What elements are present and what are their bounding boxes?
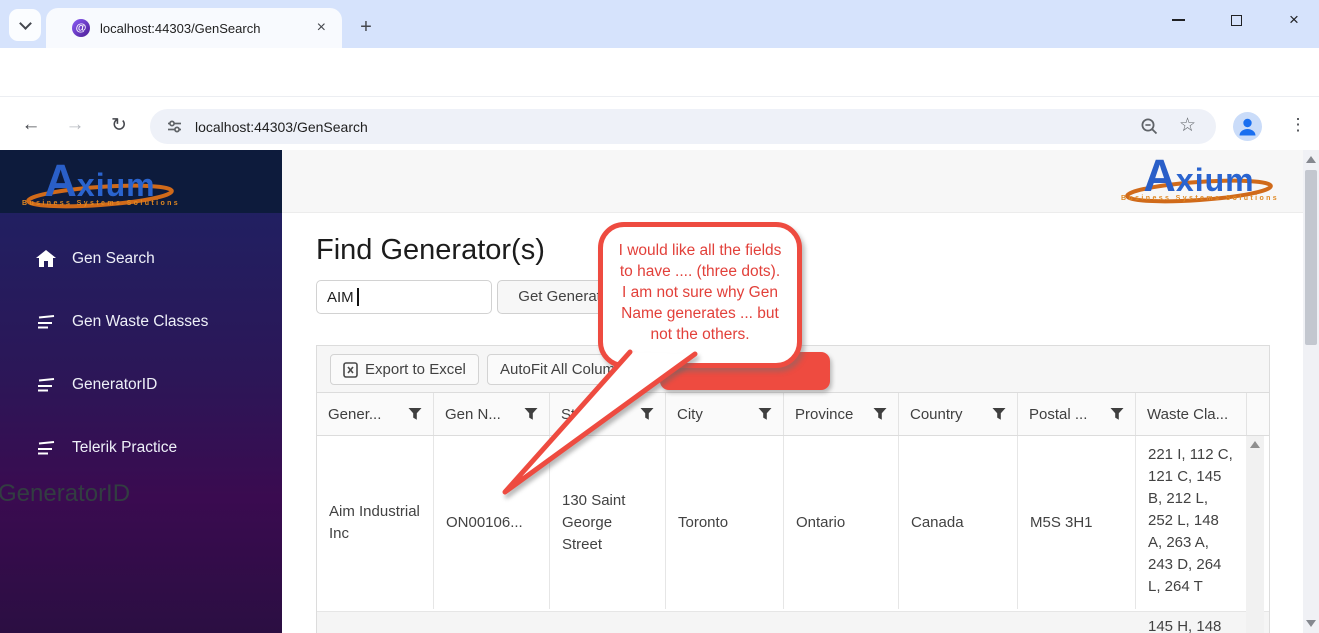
filter-funnel-icon[interactable] bbox=[408, 407, 422, 421]
column-header-country[interactable]: Country bbox=[899, 393, 1018, 435]
excel-file-icon bbox=[343, 361, 358, 378]
column-header-street[interactable]: Str... bbox=[550, 393, 666, 435]
tab-strip: @ localhost:44303/GenSearch × + × bbox=[0, 0, 1319, 48]
cell-street: 130 Saint George Street bbox=[550, 436, 666, 609]
table-row: 145 H, 148 bbox=[317, 611, 1269, 633]
sidebar-item-telerik-practice[interactable]: Telerik Practice bbox=[0, 431, 282, 465]
tab-title: localhost:44303/GenSearch bbox=[100, 20, 261, 36]
page-title: Find Generator(s) bbox=[316, 234, 545, 266]
app-sidebar: Axium Business Systems Solutions Gen Sea… bbox=[0, 150, 282, 633]
browser-menu-button[interactable]: ⋮ bbox=[1284, 110, 1312, 140]
browser-window: @ localhost:44303/GenSearch × + × ← → ↻ … bbox=[0, 0, 1319, 633]
browser-tab[interactable]: @ localhost:44303/GenSearch × bbox=[46, 8, 342, 48]
cell-gen-number: ON00106... bbox=[434, 436, 550, 609]
sidebar-item-label: GeneratorID bbox=[72, 376, 158, 393]
home-icon bbox=[36, 250, 58, 268]
column-header-waste-classes[interactable]: Waste Cla... bbox=[1136, 393, 1246, 435]
list-icon bbox=[36, 439, 58, 457]
list-icon bbox=[36, 376, 58, 394]
filter-funnel-icon[interactable] bbox=[1110, 407, 1124, 421]
sidebar-item-gen-search[interactable]: Gen Search bbox=[0, 242, 282, 276]
grid-vertical-scrollbar[interactable] bbox=[1246, 436, 1264, 633]
axium-logo: Axium Business Systems Solutions bbox=[1121, 153, 1277, 211]
url-text: localhost:44303/GenSearch bbox=[195, 118, 368, 135]
sidebar-item-gen-waste-classes[interactable]: Gen Waste Classes bbox=[0, 305, 282, 339]
sidebar-item-label: Telerik Practice bbox=[72, 439, 178, 456]
column-header-generator[interactable]: Gener... bbox=[317, 393, 434, 435]
cell-generator: Aim Industrial Inc bbox=[317, 436, 434, 609]
sidebar-item-label: Gen Search bbox=[72, 250, 155, 267]
sidebar-logo-band: Axium Business Systems Solutions bbox=[0, 150, 282, 213]
filter-funnel-icon[interactable] bbox=[992, 407, 1006, 421]
window-maximize-button[interactable] bbox=[1213, 0, 1259, 40]
logo-tagline: Business Systems Solutions bbox=[1121, 195, 1280, 202]
axium-logo: Axium Business Systems Solutions bbox=[22, 158, 178, 216]
column-header-province[interactable]: Province bbox=[784, 393, 899, 435]
cell-country: Canada bbox=[899, 436, 1018, 609]
chevron-down-icon bbox=[18, 16, 32, 30]
cell-waste-classes: 221 I, 112 C, 121 C, 145 B, 212 L, 252 L… bbox=[1148, 446, 1233, 595]
filter-funnel-icon[interactable] bbox=[640, 407, 654, 421]
cell-postal: M5S 3H1 bbox=[1018, 436, 1136, 609]
ghost-generatorid-text: GeneratorID bbox=[0, 480, 131, 507]
list-icon bbox=[36, 313, 58, 331]
sidebar-item-label: Gen Waste Classes bbox=[72, 313, 209, 330]
maximize-icon bbox=[1230, 14, 1242, 26]
cell-waste-classes-partial: 145 H, 148 bbox=[1148, 618, 1222, 633]
column-header-city[interactable]: City bbox=[666, 393, 784, 435]
annotation-callout: I would like all the fields to have ....… bbox=[598, 222, 802, 368]
browser-toolbar: ← → ↻ localhost:44303/GenSearch ☆ ⋮ bbox=[0, 48, 1319, 144]
scroll-up-icon[interactable] bbox=[1250, 441, 1260, 448]
filter-funnel-icon[interactable] bbox=[758, 407, 772, 421]
filter-funnel-icon[interactable] bbox=[524, 407, 538, 421]
logo-tagline: Business Systems Solutions bbox=[22, 200, 181, 207]
page-scrollbar[interactable] bbox=[1303, 150, 1319, 633]
table-row: Aim Industrial Inc ON00106... 130 Saint … bbox=[317, 436, 1269, 609]
scroll-up-icon[interactable] bbox=[1306, 156, 1316, 163]
zoom-out-icon[interactable] bbox=[1140, 117, 1159, 136]
close-icon: × bbox=[1289, 10, 1299, 29]
grid-header-row: Gener... Gen N... Str... City Province C… bbox=[317, 393, 1269, 436]
text-caret bbox=[357, 288, 359, 306]
tab-search-button[interactable] bbox=[9, 9, 41, 41]
filter-funnel-icon[interactable] bbox=[873, 407, 887, 421]
scrollbar-thumb[interactable] bbox=[1305, 170, 1317, 345]
forward-button[interactable]: → bbox=[60, 110, 90, 140]
back-button[interactable]: ← bbox=[16, 110, 46, 140]
column-header-gen-number[interactable]: Gen N... bbox=[434, 393, 550, 435]
window-minimize-button[interactable] bbox=[1155, 0, 1201, 40]
app-header: Axium Business Systems Solutions bbox=[282, 150, 1319, 213]
site-settings-icon[interactable] bbox=[166, 118, 183, 135]
address-bar[interactable]: localhost:44303/GenSearch ☆ bbox=[150, 109, 1216, 144]
generator-search-input[interactable] bbox=[316, 280, 492, 314]
cell-city: Toronto bbox=[666, 436, 784, 609]
site-favicon-icon: @ bbox=[72, 19, 90, 37]
cell-province: Ontario bbox=[784, 436, 899, 609]
scroll-down-icon[interactable] bbox=[1306, 620, 1316, 627]
profile-avatar[interactable] bbox=[1233, 112, 1262, 141]
tab-close-icon[interactable]: × bbox=[313, 19, 330, 37]
sidebar-item-generatorid[interactable]: GeneratorID bbox=[0, 368, 282, 402]
window-close-button[interactable]: × bbox=[1271, 0, 1317, 40]
grid-header-spacer bbox=[1246, 393, 1269, 435]
column-header-postal[interactable]: Postal ... bbox=[1018, 393, 1136, 435]
new-tab-button[interactable]: + bbox=[352, 14, 380, 42]
export-to-excel-button[interactable]: Export to Excel bbox=[330, 354, 479, 385]
minimize-icon bbox=[1171, 19, 1185, 21]
reload-button[interactable]: ↻ bbox=[104, 110, 134, 140]
bookmark-star-icon[interactable]: ☆ bbox=[1179, 114, 1196, 137]
